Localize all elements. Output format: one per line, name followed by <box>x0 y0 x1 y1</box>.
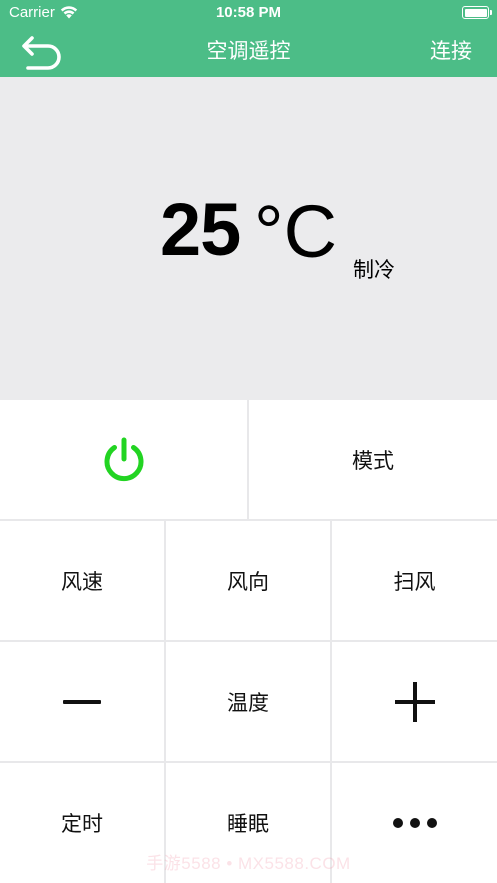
timer-button[interactable]: 定时 <box>0 763 164 883</box>
minus-icon <box>63 699 101 704</box>
swing-button[interactable]: 扫风 <box>332 521 497 640</box>
temperature-value: 25 <box>160 188 241 271</box>
mode-button[interactable]: 模式 <box>249 400 497 519</box>
temp-down-button[interactable] <box>0 642 164 761</box>
fan-direction-button[interactable]: 风向 <box>166 521 330 640</box>
connect-button[interactable]: 连接 <box>430 35 472 65</box>
more-dots-icon <box>392 818 437 828</box>
status-bar: Carrier 10:58 PM <box>0 0 497 26</box>
status-time: 10:58 PM <box>215 4 282 21</box>
control-grid: 模式 风速 风向 扫风 温度 定时 睡眠 <box>0 400 497 883</box>
battery-icon <box>462 6 492 19</box>
power-button[interactable] <box>0 400 247 519</box>
swing-label: 扫风 <box>393 569 436 594</box>
page-title: 空调遥控 <box>206 39 291 63</box>
temperature-button: 温度 <box>166 642 330 761</box>
power-icon <box>104 437 143 481</box>
plus-icon <box>394 681 435 722</box>
fan-speed-label: 风速 <box>61 569 103 594</box>
temperature-label: 温度 <box>227 690 269 715</box>
temperature-display: 25 °C 制冷 <box>0 77 497 400</box>
temperature-unit: °C <box>254 190 338 273</box>
fan-speed-button[interactable]: 风速 <box>0 521 164 640</box>
mode-button-label: 模式 <box>352 448 394 473</box>
app-header: Carrier 10:58 PM 空调遥控 连接 <box>0 0 497 77</box>
temp-up-button[interactable] <box>332 642 497 761</box>
timer-label: 定时 <box>61 812 103 836</box>
more-button[interactable] <box>332 763 497 883</box>
sleep-button[interactable]: 睡眠 <box>166 763 330 883</box>
nav-bar: 空调遥控 连接 <box>0 26 497 77</box>
sleep-label: 睡眠 <box>227 812 269 836</box>
fan-direction-label: 风向 <box>227 569 269 594</box>
current-mode-label: 制冷 <box>353 258 395 282</box>
